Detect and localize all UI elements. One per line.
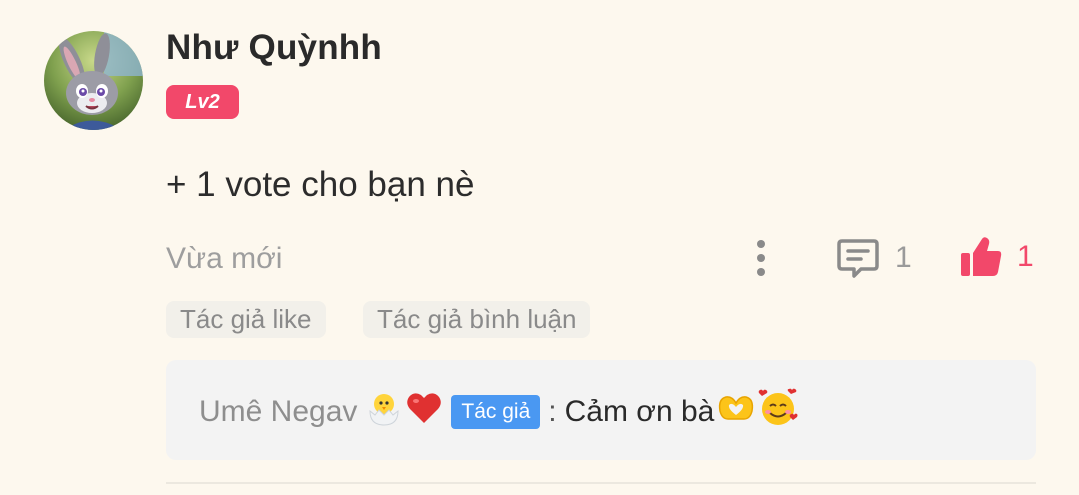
more-dot xyxy=(757,240,765,248)
smiling-face-with-hearts-emoji xyxy=(758,388,798,436)
reply-author-name[interactable]: Umê Negav xyxy=(199,395,357,429)
user-avatar[interactable] xyxy=(44,31,143,130)
more-options-button[interactable] xyxy=(746,236,776,280)
reply-line: Umê Negav Tác giả : Cảm ơn bà xyxy=(199,388,798,436)
heart-hands-emoji xyxy=(716,389,756,435)
username[interactable]: Như Quỳnhh xyxy=(166,28,382,68)
reply-separator: : xyxy=(548,395,557,428)
more-dot xyxy=(757,268,765,276)
tag-author-liked: Tác giả like xyxy=(166,301,326,338)
level-badge: Lv2 xyxy=(166,85,239,119)
comment-bubble-icon xyxy=(837,239,879,278)
red-heart-emoji xyxy=(405,389,443,435)
more-dot xyxy=(757,254,765,262)
divider xyxy=(166,482,1036,484)
author-badge: Tác giả xyxy=(451,395,541,429)
reply-count: 1 xyxy=(895,241,912,274)
comment-timestamp: Vừa mới xyxy=(166,242,283,275)
reply-preview[interactable]: Umê Negav Tác giả : Cảm ơn bà xyxy=(166,360,1036,460)
hatching-chick-emoji xyxy=(365,389,403,435)
like-count: 1 xyxy=(1017,240,1034,273)
thumbs-up-icon xyxy=(961,237,1002,276)
tag-author-commented: Tác giả bình luận xyxy=(363,301,591,338)
reply-button[interactable]: 1 xyxy=(836,236,912,280)
reply-message: Cảm ơn bà xyxy=(564,395,715,428)
comment-text: + 1 vote cho bạn nè xyxy=(166,165,475,204)
like-button[interactable]: 1 xyxy=(958,234,1034,280)
bunny-avatar-icon xyxy=(44,31,143,130)
